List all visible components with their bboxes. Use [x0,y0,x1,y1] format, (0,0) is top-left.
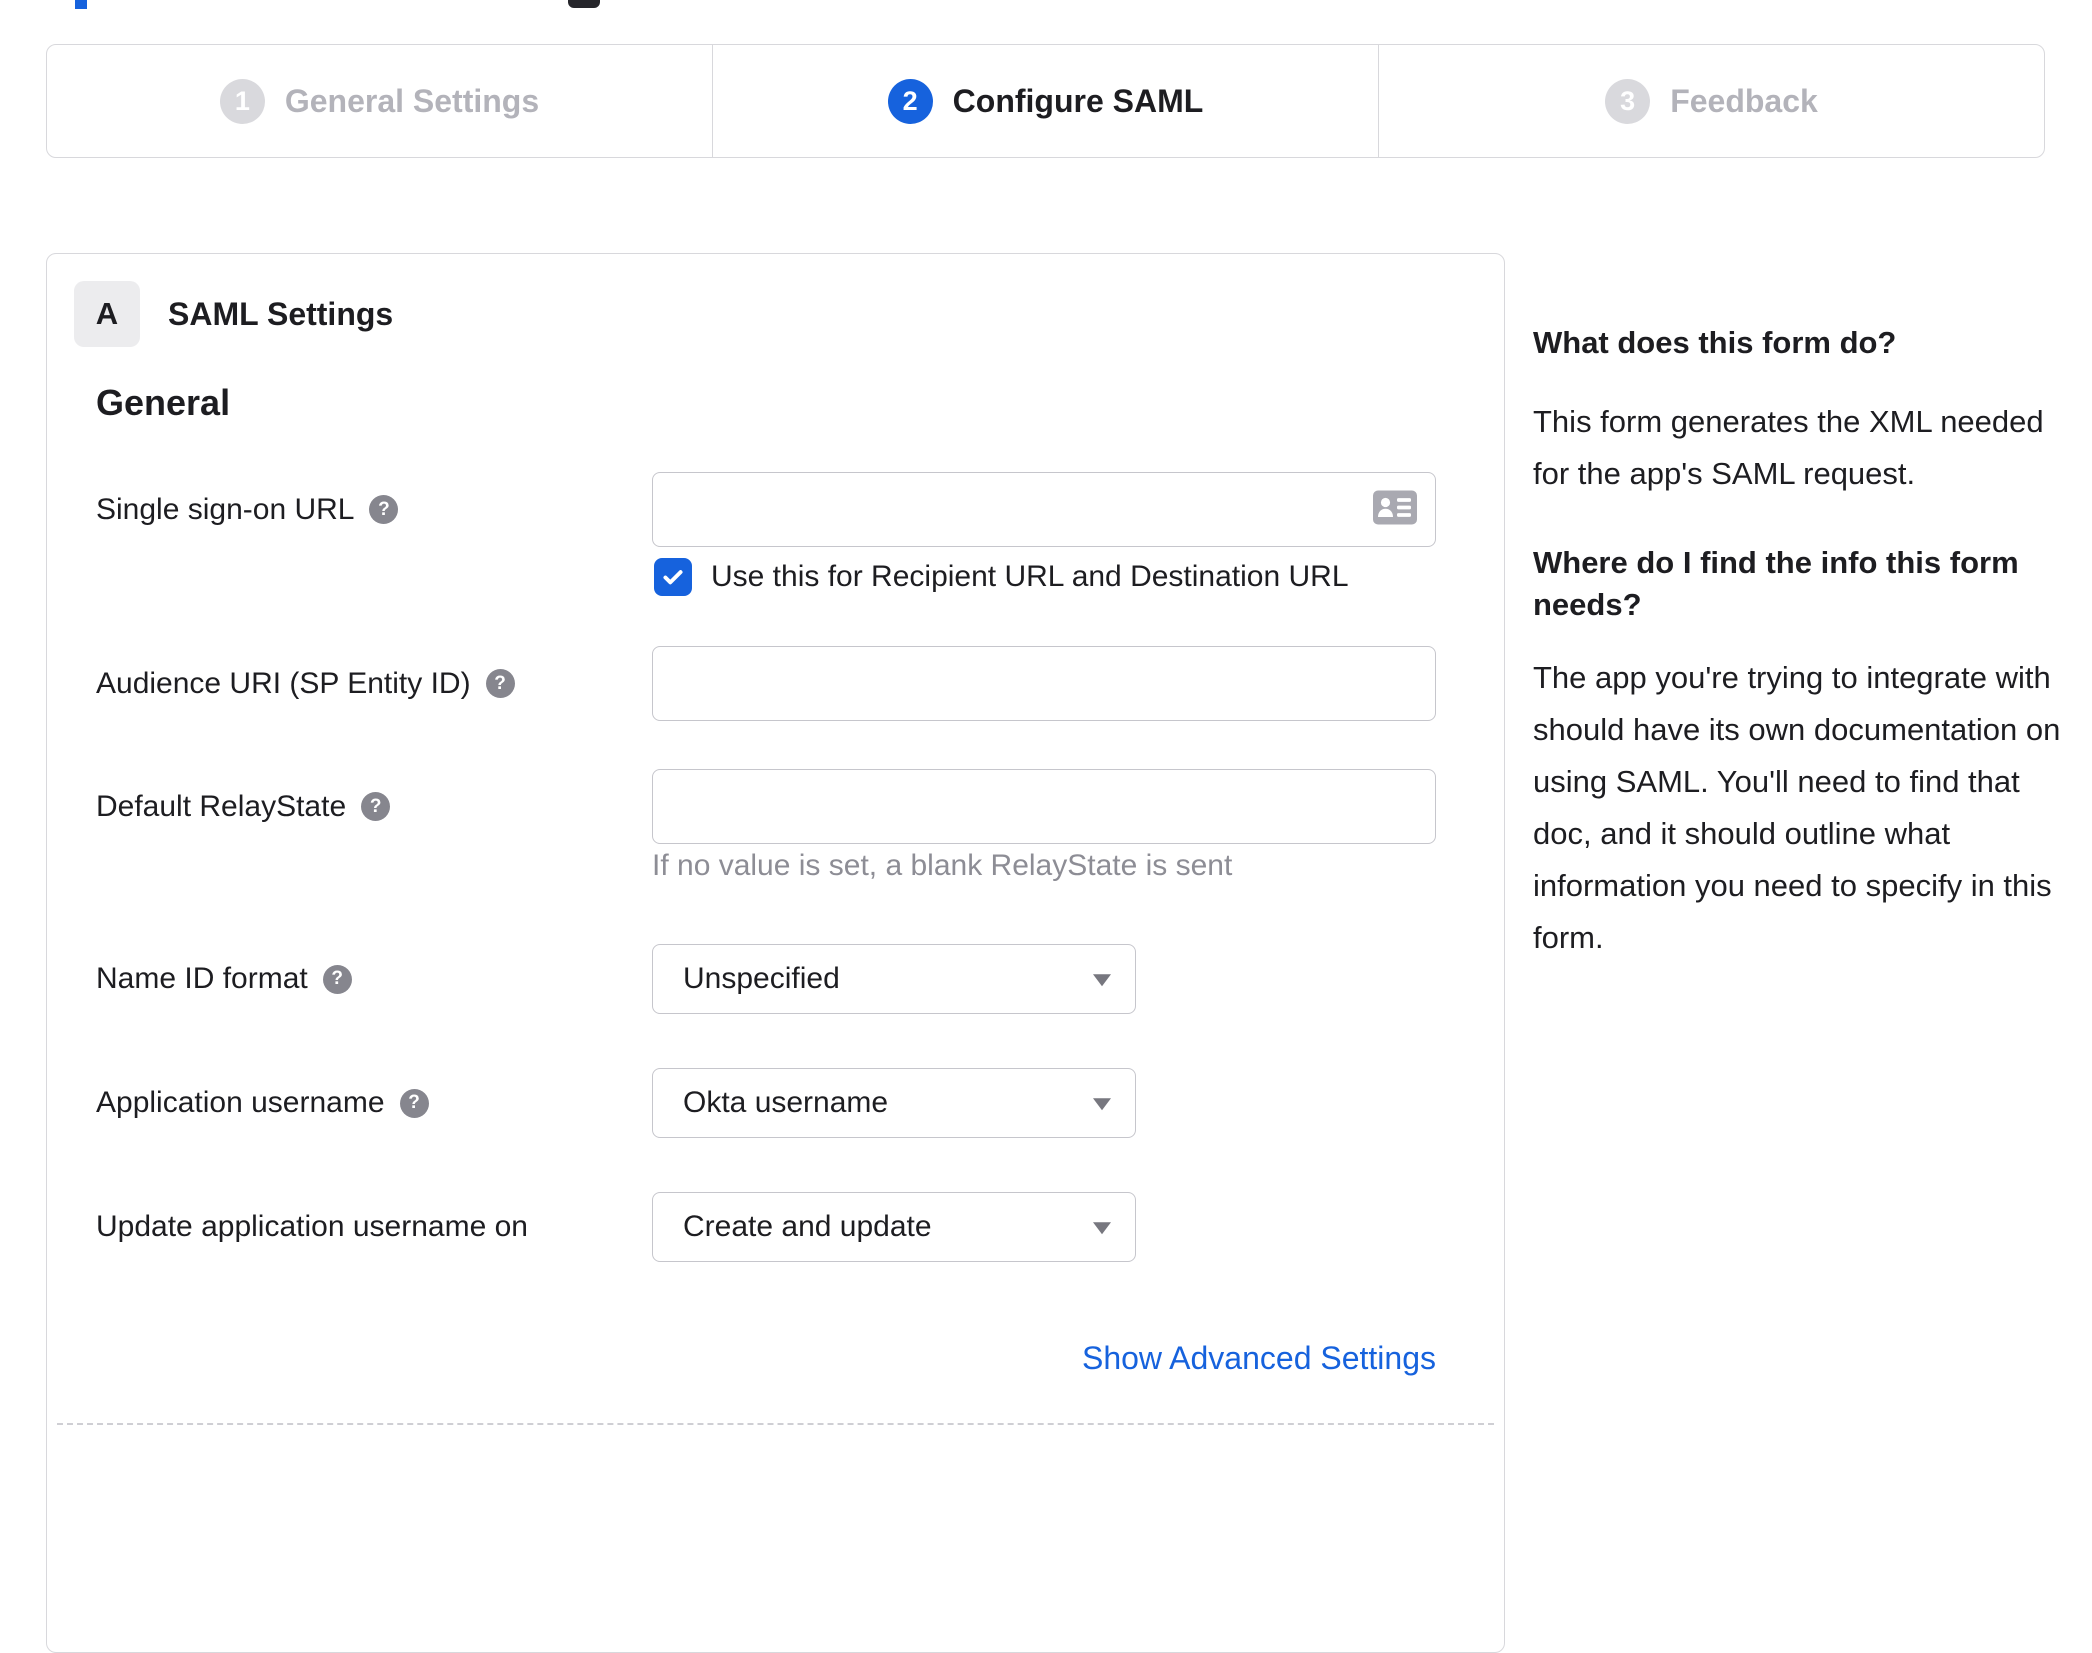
relaystate-help-icon[interactable]: ? [361,792,391,821]
app-username-label-row: Application username ? [96,1068,429,1138]
section-a-badge: A [74,281,140,347]
nameid-label: Name ID format [96,962,308,995]
general-section-title: General [96,382,231,423]
app-username-dropdown[interactable]: Okta username [652,1068,1136,1138]
audience-uri-label: Audience URI (SP Entity ID) [96,666,471,700]
cutoff-tooltip-fragment [568,0,600,8]
step-3-label: Feedback [1670,82,1818,119]
nameid-dropdown-value: Unspecified [683,962,840,995]
audience-uri-label-row: Audience URI (SP Entity ID) ? [96,646,515,721]
update-username-label: Update application username on [96,1210,528,1243]
update-username-dropdown-value: Create and update [683,1210,932,1243]
sso-url-input-wrap [652,472,1436,547]
caret-down-icon [1093,1098,1111,1111]
sidebar-question-2: Where do I find the info this form needs… [1533,545,2019,622]
sidebar-answer-1: This form generates the XML needed for t… [1533,404,2044,491]
app-username-label: Application username [96,1086,385,1119]
app-username-help-icon[interactable]: ? [399,1088,429,1118]
relaystate-label-row: Default RelayState ? [96,769,391,844]
step-general-settings[interactable]: 1 General Settings [47,45,712,157]
audience-uri-help-icon[interactable]: ? [485,669,515,698]
nameid-help-icon[interactable]: ? [322,964,352,994]
relaystate-input[interactable] [652,769,1436,844]
wizard-stepper: 1 General Settings 2 Configure SAML 3 Fe… [46,44,2045,158]
step-2-label: Configure SAML [952,82,1204,119]
step-configure-saml[interactable]: 2 Configure SAML [712,45,1378,157]
step-3-number: 3 [1605,78,1651,124]
update-username-label-row: Update application username on [96,1192,528,1262]
sso-url-label-row: Single sign-on URL ? [96,472,399,547]
step-1-label: General Settings [284,82,540,119]
nameid-label-row: Name ID format ? [96,944,352,1014]
recipient-url-checkbox[interactable] [654,558,692,596]
audience-uri-input[interactable] [652,646,1436,721]
sidebar-question-1: What does this form do? [1533,325,1897,360]
app-username-dropdown-value: Okta username [683,1086,889,1119]
relaystate-label: Default RelayState [96,789,347,823]
step-1-number: 1 [219,78,265,124]
panel-title: SAML Settings [168,295,394,332]
sso-url-label: Single sign-on URL [96,492,355,526]
recipient-url-checkbox-label: Use this for Recipient URL and Destinati… [711,560,1349,593]
help-sidebar: What does this form do? This form genera… [1533,322,2073,964]
step-2-number: 2 [887,78,933,124]
step-feedback[interactable]: 3 Feedback [1378,45,2044,157]
caret-down-icon [1093,1222,1111,1235]
cutoff-tab-indicator [75,0,87,9]
caret-down-icon [1093,974,1111,987]
sso-url-help-icon[interactable]: ? [369,495,399,524]
update-username-dropdown[interactable]: Create and update [652,1192,1136,1262]
show-advanced-settings-link[interactable]: Show Advanced Settings [652,1340,1436,1377]
nameid-dropdown[interactable]: Unspecified [652,944,1136,1014]
configure-saml-page: { "colors": { "accent_blue": "#1662dd", … [0,0,2092,1653]
sso-url-input[interactable] [652,472,1436,547]
saml-settings-panel: A SAML Settings General Single sign-on U… [46,253,1505,1653]
checkmark-icon [663,570,683,585]
sidebar-answer-2: The app you're trying to integrate with … [1533,660,2061,955]
next-section-divider [57,1423,1494,1425]
relaystate-hint: If no value is set, a blank RelayState i… [652,849,1233,882]
